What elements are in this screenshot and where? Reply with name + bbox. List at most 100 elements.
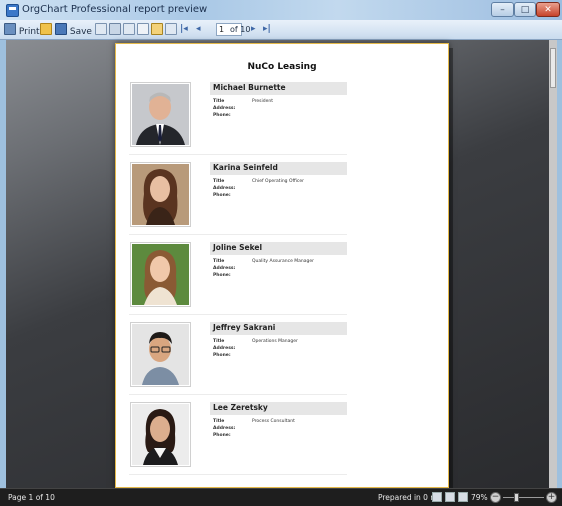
name-bar: Joline Sekel bbox=[210, 242, 347, 255]
person-photo bbox=[130, 322, 191, 387]
separator bbox=[129, 474, 347, 475]
zoom-level: 79% bbox=[471, 493, 488, 502]
email-icon bbox=[95, 23, 107, 35]
minimize-button[interactable]: – bbox=[491, 2, 514, 17]
person-photo bbox=[130, 402, 191, 467]
person-photo bbox=[130, 162, 191, 227]
app-icon bbox=[6, 4, 19, 17]
address-label: Address: bbox=[213, 346, 236, 351]
print-button[interactable]: Print bbox=[4, 23, 40, 37]
printer-icon bbox=[4, 23, 16, 35]
close-button[interactable]: ✕ bbox=[536, 2, 560, 17]
zoom-out-button[interactable]: − bbox=[490, 492, 501, 503]
phone-label: Phone: bbox=[213, 353, 231, 358]
phone-label: Phone: bbox=[213, 193, 231, 198]
next-page-icon: ▸ bbox=[251, 24, 256, 34]
save-icon bbox=[55, 23, 67, 35]
person-photo bbox=[130, 82, 191, 147]
find-icon bbox=[109, 23, 121, 35]
separator bbox=[129, 314, 347, 315]
first-page-icon: |◂ bbox=[180, 24, 188, 34]
open-button[interactable] bbox=[40, 23, 52, 36]
title-value: Chief Operating Officer bbox=[252, 179, 304, 184]
phone-label: Phone: bbox=[213, 433, 231, 438]
print-label: Print bbox=[18, 27, 40, 37]
report-preview-window: OrgChart Professional report preview – □… bbox=[0, 0, 562, 506]
person-card: Joline Sekel Title Quality Assurance Man… bbox=[129, 242, 349, 315]
last-page-icon: ▸| bbox=[263, 24, 271, 34]
first-page-button[interactable]: |◂ bbox=[180, 23, 188, 36]
toolbar: Print Save ▾ |◂ ◂ 1 of 10 ▸ ▸| bbox=[0, 20, 562, 40]
next-page-button[interactable]: ▸ bbox=[251, 23, 256, 36]
report-title: NuCo Leasing bbox=[247, 62, 317, 72]
title-value: Process Consultant bbox=[252, 419, 295, 424]
title-label: Title bbox=[213, 99, 225, 104]
name-bar: Karina Seinfeld bbox=[210, 162, 347, 175]
page-setup-button[interactable] bbox=[137, 23, 149, 36]
phone-label: Phone: bbox=[213, 113, 231, 118]
person-photo bbox=[130, 242, 191, 307]
person-name: Joline Sekel bbox=[213, 243, 263, 252]
edit-button[interactable] bbox=[151, 23, 163, 36]
save-button[interactable]: Save ▾ bbox=[55, 23, 98, 37]
phone-label: Phone: bbox=[213, 273, 231, 278]
two-page-view-button[interactable] bbox=[445, 492, 455, 502]
email-button[interactable] bbox=[95, 23, 107, 36]
address-label: Address: bbox=[213, 186, 236, 191]
title-label: Title bbox=[213, 179, 225, 184]
avatar bbox=[132, 324, 189, 385]
title-value: Operations Manager bbox=[252, 339, 298, 344]
zoom-button[interactable] bbox=[123, 23, 135, 36]
status-bar: Page 1 of 10 Prepared in 0 ms 79% − + bbox=[0, 488, 562, 506]
separator bbox=[129, 394, 347, 395]
edit-icon bbox=[151, 23, 163, 35]
address-label: Address: bbox=[213, 426, 236, 431]
multi-page-view-button[interactable] bbox=[458, 492, 468, 502]
title-label: Title bbox=[213, 339, 225, 344]
scrollbar-thumb[interactable] bbox=[550, 48, 556, 88]
folder-icon bbox=[40, 23, 52, 35]
person-name: Karina Seinfeld bbox=[213, 163, 278, 172]
zoom-icon bbox=[123, 23, 135, 35]
title-label: Title bbox=[213, 259, 225, 264]
vertical-scrollbar[interactable] bbox=[549, 40, 557, 488]
zoom-slider-thumb[interactable] bbox=[514, 493, 519, 502]
prev-page-icon: ◂ bbox=[196, 24, 201, 34]
save-label: Save bbox=[69, 27, 92, 37]
person-card: Michael Burnette Title President Address… bbox=[129, 82, 349, 155]
title-value: Quality Assurance Manager bbox=[252, 259, 314, 264]
avatar bbox=[132, 164, 189, 225]
separator bbox=[129, 234, 347, 235]
window-title: OrgChart Professional report preview bbox=[22, 4, 208, 15]
page-total-label: of 10 bbox=[230, 25, 251, 34]
person-name: Michael Burnette bbox=[213, 83, 286, 92]
person-card: Karina Seinfeld Title Chief Operating Of… bbox=[129, 162, 349, 235]
page-setup-icon bbox=[137, 23, 149, 35]
prev-page-button[interactable]: ◂ bbox=[196, 23, 201, 36]
single-page-view-button[interactable] bbox=[432, 492, 442, 502]
outline-icon bbox=[165, 23, 177, 35]
name-bar: Lee Zeretsky bbox=[210, 402, 347, 415]
last-page-button[interactable]: ▸| bbox=[263, 23, 271, 36]
address-label: Address: bbox=[213, 106, 236, 111]
zoom-slider-track[interactable] bbox=[503, 497, 544, 498]
avatar bbox=[132, 84, 189, 145]
address-label: Address: bbox=[213, 266, 236, 271]
avatar bbox=[132, 244, 189, 305]
page-status: Page 1 of 10 bbox=[8, 493, 55, 502]
title-bar[interactable]: OrgChart Professional report preview – □… bbox=[0, 0, 562, 20]
person-name: Jeffrey Sakrani bbox=[213, 323, 276, 332]
zoom-in-button[interactable]: + bbox=[546, 492, 557, 503]
avatar bbox=[132, 404, 189, 465]
title-label: Title bbox=[213, 419, 225, 424]
page-shadow bbox=[449, 48, 453, 488]
person-name: Lee Zeretsky bbox=[213, 403, 268, 412]
name-bar: Jeffrey Sakrani bbox=[210, 322, 347, 335]
person-card: Jeffrey Sakrani Title Operations Manager… bbox=[129, 322, 349, 395]
maximize-button[interactable]: □ bbox=[514, 2, 536, 17]
name-bar: Michael Burnette bbox=[210, 82, 347, 95]
find-button[interactable] bbox=[109, 23, 121, 36]
person-card: Lee Zeretsky Title Process Consultant Ad… bbox=[129, 402, 349, 475]
outline-button[interactable] bbox=[165, 23, 177, 36]
report-page: NuCo Leasing Michael Burnette Title Pres… bbox=[115, 43, 449, 488]
